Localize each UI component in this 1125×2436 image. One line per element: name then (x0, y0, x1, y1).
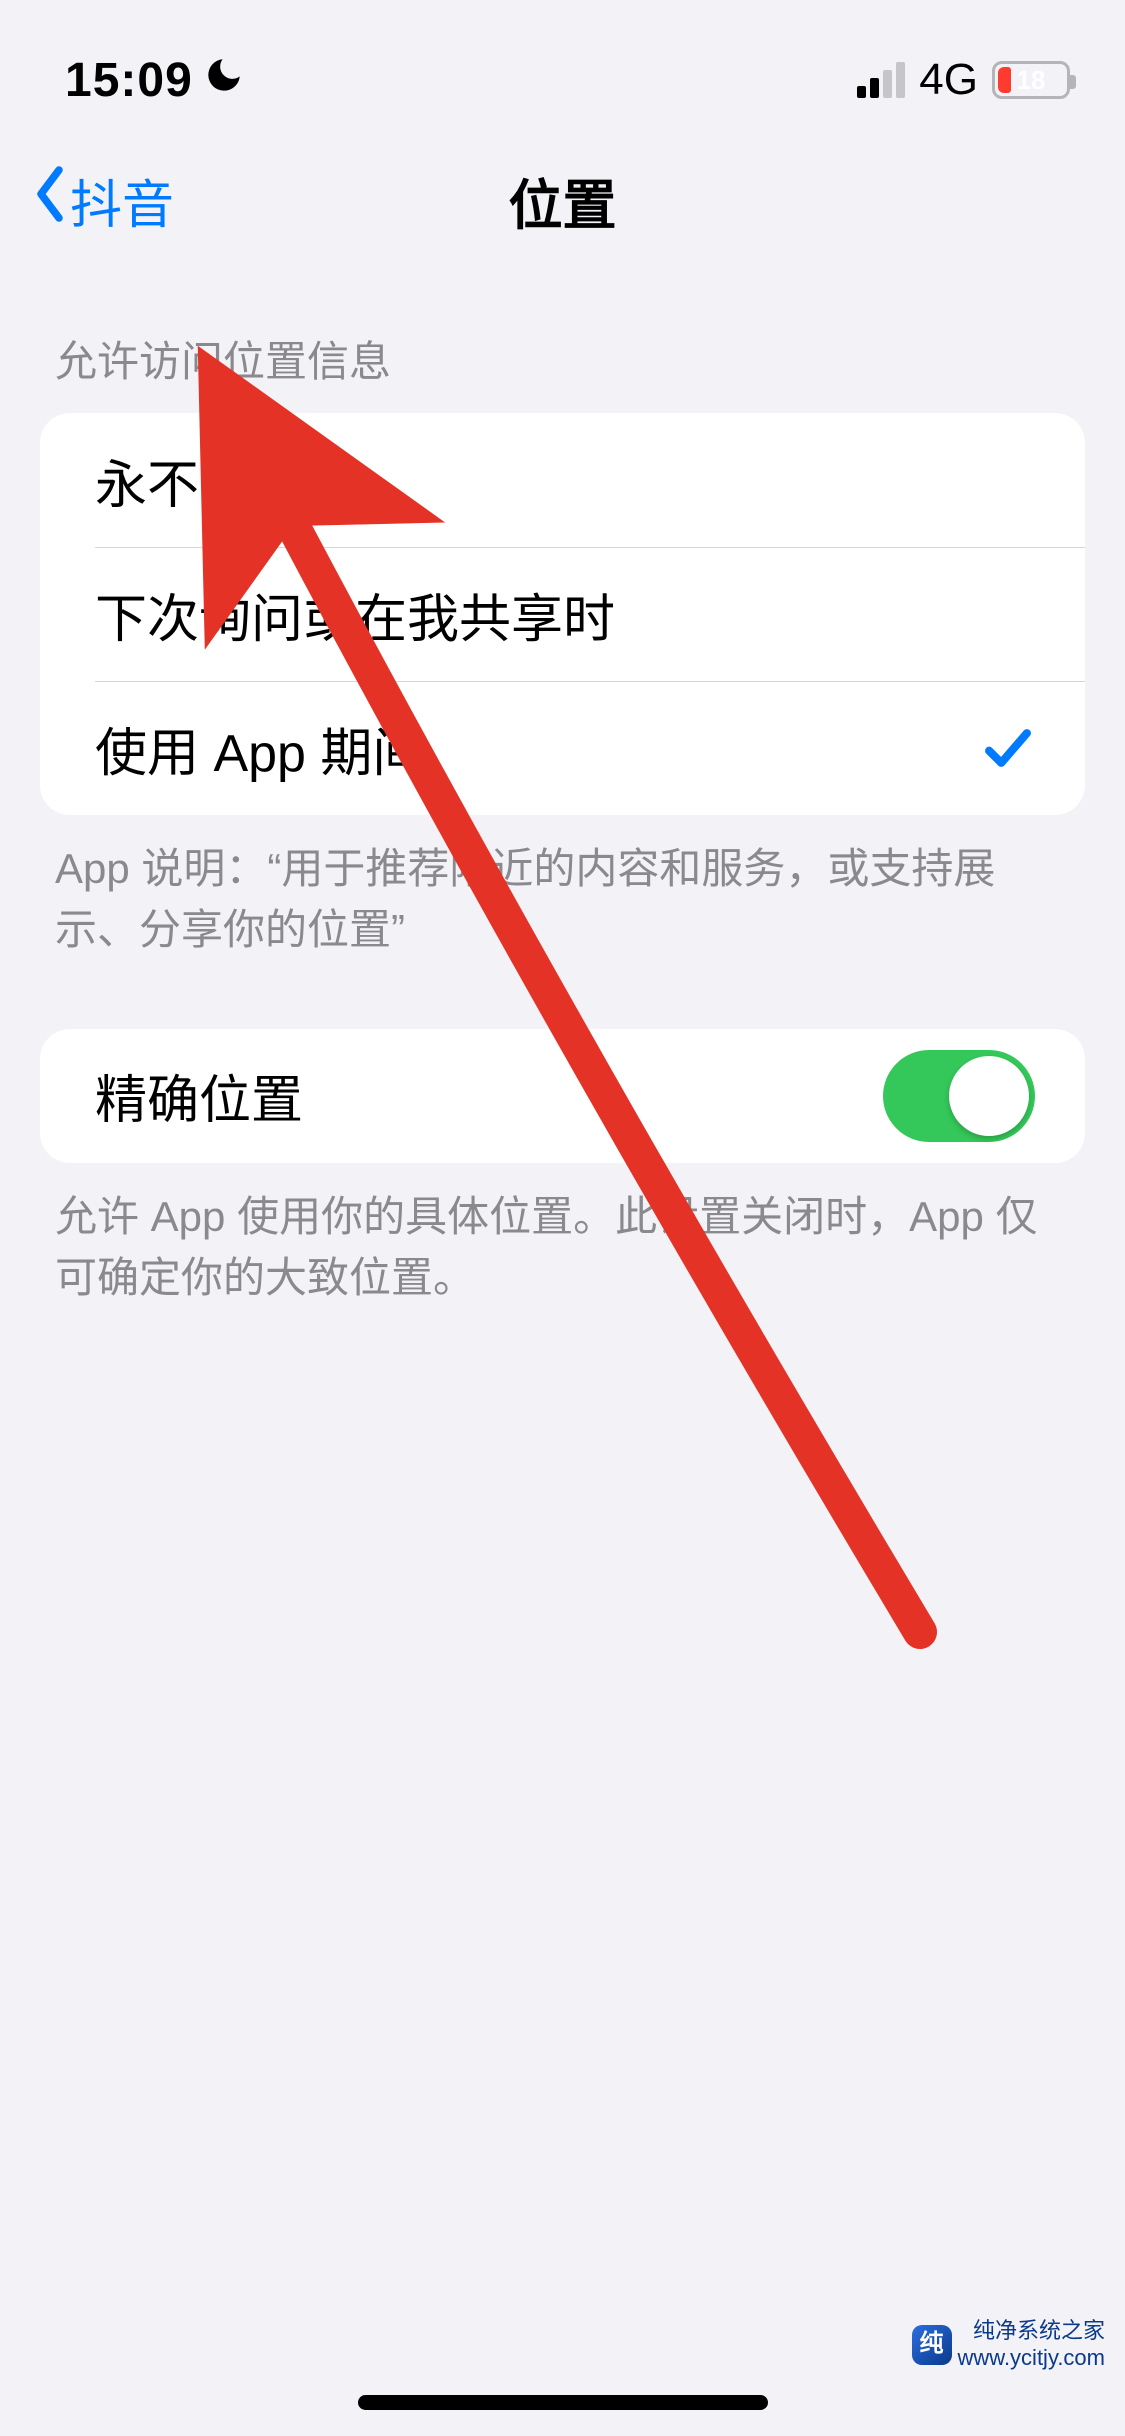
precise-location-switch[interactable] (883, 1050, 1035, 1142)
cellular-signal-icon (857, 62, 905, 98)
back-button[interactable]: 抖音 (30, 163, 174, 238)
option-while-using[interactable]: 使用 App 期间 (40, 681, 1085, 815)
switch-knob (949, 1056, 1029, 1136)
network-label: 4G (919, 55, 978, 105)
watermark-line2: www.ycitjy.com (958, 2345, 1106, 2371)
status-left: 15:09 (65, 53, 245, 108)
precise-location-group: 精确位置 (40, 1029, 1085, 1163)
option-label: 下次询问或在我共享时 (95, 577, 615, 652)
moon-icon (203, 53, 245, 108)
home-indicator[interactable] (358, 2395, 768, 2410)
precise-location-label: 精确位置 (95, 1058, 303, 1133)
section-footer-app-description: App 说明：“用于推荐附近的内容和服务，或支持展示、分享你的位置” (0, 815, 1125, 961)
battery-percentage: 18 (995, 64, 1067, 96)
option-never[interactable]: 永不 (40, 413, 1085, 547)
precise-location-row[interactable]: 精确位置 (40, 1029, 1085, 1163)
watermark: 纯 纯净系统之家 www.ycitjy.com (912, 2318, 1106, 2371)
status-bar: 15:09 4G 18 (0, 0, 1125, 130)
nav-bar: 抖音 位置 (0, 130, 1125, 270)
section-header-location-access: 允许访问位置信息 (0, 270, 1125, 413)
status-right: 4G 18 (857, 55, 1070, 105)
back-label: 抖音 (70, 163, 174, 238)
battery-icon: 18 (992, 61, 1070, 99)
option-label: 永不 (95, 443, 199, 518)
section-footer-precise: 允许 App 使用你的具体位置。此设置关闭时，App 仅可确定你的大致位置。 (0, 1163, 1125, 1309)
location-options-group: 永不 下次询问或在我共享时 使用 App 期间 (40, 413, 1085, 815)
checkmark-icon (981, 721, 1035, 775)
chevron-left-icon (30, 164, 70, 237)
watermark-line1: 纯净系统之家 (958, 2318, 1106, 2344)
watermark-logo-icon: 纯 (912, 2325, 952, 2365)
status-time: 15:09 (65, 53, 193, 108)
option-label: 使用 App 期间 (95, 711, 424, 786)
option-ask-next-time[interactable]: 下次询问或在我共享时 (40, 547, 1085, 681)
